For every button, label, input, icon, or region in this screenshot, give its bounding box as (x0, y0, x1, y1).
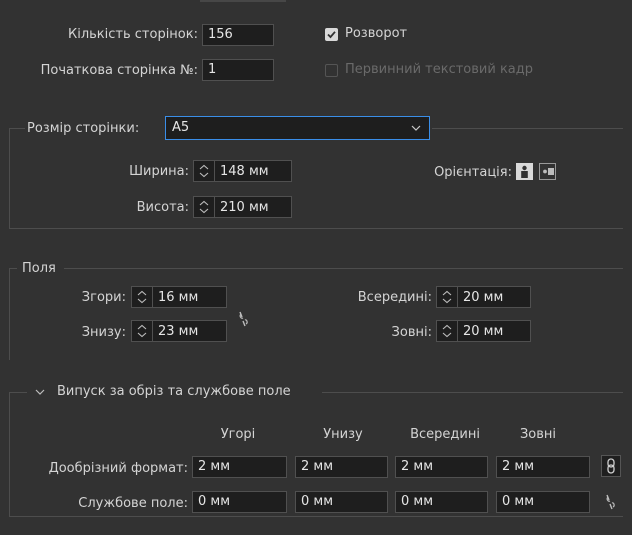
bleed-col-top: Угорі (220, 427, 256, 442)
start-page-input[interactable]: 1 (202, 59, 274, 81)
slug-row-label: Службове поле: (78, 496, 188, 511)
margin-outside-stepper[interactable]: 20 мм (436, 320, 531, 342)
facing-pages-label: Розворот (345, 26, 408, 41)
stepper-arrows-icon[interactable] (132, 287, 153, 307)
bleed-inside-input[interactable]: 2 мм (395, 456, 488, 478)
linked-chain-icon[interactable] (601, 455, 621, 477)
bleed-col-outside: Зовні (519, 427, 557, 442)
bleed-col-inside: Всередині (410, 427, 480, 442)
page-size-selected: A5 (172, 120, 190, 135)
page-size-group-bottom (9, 228, 623, 229)
slug-bottom-input[interactable]: 0 мм (295, 491, 388, 513)
bleed-top-input[interactable]: 2 мм (192, 456, 287, 478)
slug-outside-input[interactable]: 0 мм (496, 491, 590, 513)
page-count-input[interactable]: 156 (202, 24, 274, 46)
stepper-arrows-icon[interactable] (437, 287, 458, 307)
width-stepper[interactable]: 148 мм (193, 160, 292, 182)
chevron-down-icon (411, 125, 421, 131)
slug-inside-input[interactable]: 0 мм (395, 491, 488, 513)
start-page-label: Початкова сторінка №: (40, 63, 198, 78)
margin-bottom-label: Знизу: (81, 325, 126, 340)
margins-group-left (9, 268, 10, 360)
page-size-dropdown[interactable]: A5 (165, 116, 430, 140)
top-edge (200, 0, 286, 2)
unlinked-chain-icon[interactable] (237, 310, 251, 328)
margin-bottom-stepper[interactable]: 23 мм (131, 320, 227, 342)
unlinked-chain-icon[interactable] (604, 493, 618, 511)
slug-top-input[interactable]: 0 мм (192, 491, 287, 513)
width-value: 148 мм (220, 163, 269, 179)
margin-inside-label: Всередині: (357, 290, 432, 305)
margin-inside-value: 20 мм (463, 289, 504, 305)
stepper-arrows-icon[interactable] (437, 321, 458, 341)
page-size-group-left (9, 128, 10, 228)
bleed-group-bottom (9, 516, 623, 517)
portrait-orientation-icon[interactable] (516, 163, 533, 180)
margin-outside-label: Зовні: (391, 325, 432, 340)
bleed-group-top-left (9, 392, 27, 393)
bleed-group-top-right (322, 392, 623, 393)
bleed-row-label: Дообрізний формат: (48, 461, 188, 476)
page-count-label: Кількість сторінок: (67, 27, 198, 42)
page-size-label: Розмір сторінки: (27, 121, 140, 136)
margin-outside-value: 20 мм (463, 323, 504, 339)
bleed-col-bottom: Унизу (323, 427, 363, 442)
margins-title: Поля (22, 261, 56, 276)
orientation-label: Орієнтація: (434, 165, 512, 180)
height-label: Висота: (136, 200, 189, 215)
bleed-bottom-input[interactable]: 2 мм (295, 456, 388, 478)
facing-pages-checkbox[interactable] (325, 28, 338, 41)
height-value: 210 мм (220, 199, 269, 215)
stepper-arrows-icon[interactable] (132, 321, 153, 341)
landscape-orientation-icon[interactable] (539, 163, 556, 180)
stepper-arrows-icon[interactable] (194, 161, 215, 181)
bleed-title[interactable]: Випуск за обріз та службове поле (57, 384, 291, 400)
margins-group-top-left (9, 268, 17, 269)
margin-inside-stepper[interactable]: 20 мм (436, 286, 531, 308)
margin-top-label: Згори: (81, 290, 126, 305)
page-size-group-top-right (432, 128, 623, 129)
primary-text-frame-label: Первинний текстовий кадр (345, 62, 534, 77)
margin-top-value: 16 мм (158, 289, 199, 305)
margin-bottom-value: 23 мм (158, 323, 199, 339)
margin-top-stepper[interactable]: 16 мм (131, 286, 227, 308)
page-size-group-top (9, 128, 25, 129)
check-icon (327, 31, 336, 39)
chevron-down-icon[interactable] (35, 389, 45, 395)
bleed-outside-input[interactable]: 2 мм (496, 456, 590, 478)
primary-text-frame-checkbox[interactable] (325, 64, 338, 77)
height-stepper[interactable]: 210 мм (193, 196, 292, 218)
margins-group-top-right (64, 268, 623, 269)
stepper-arrows-icon[interactable] (194, 197, 215, 217)
width-label: Ширина: (129, 164, 189, 179)
